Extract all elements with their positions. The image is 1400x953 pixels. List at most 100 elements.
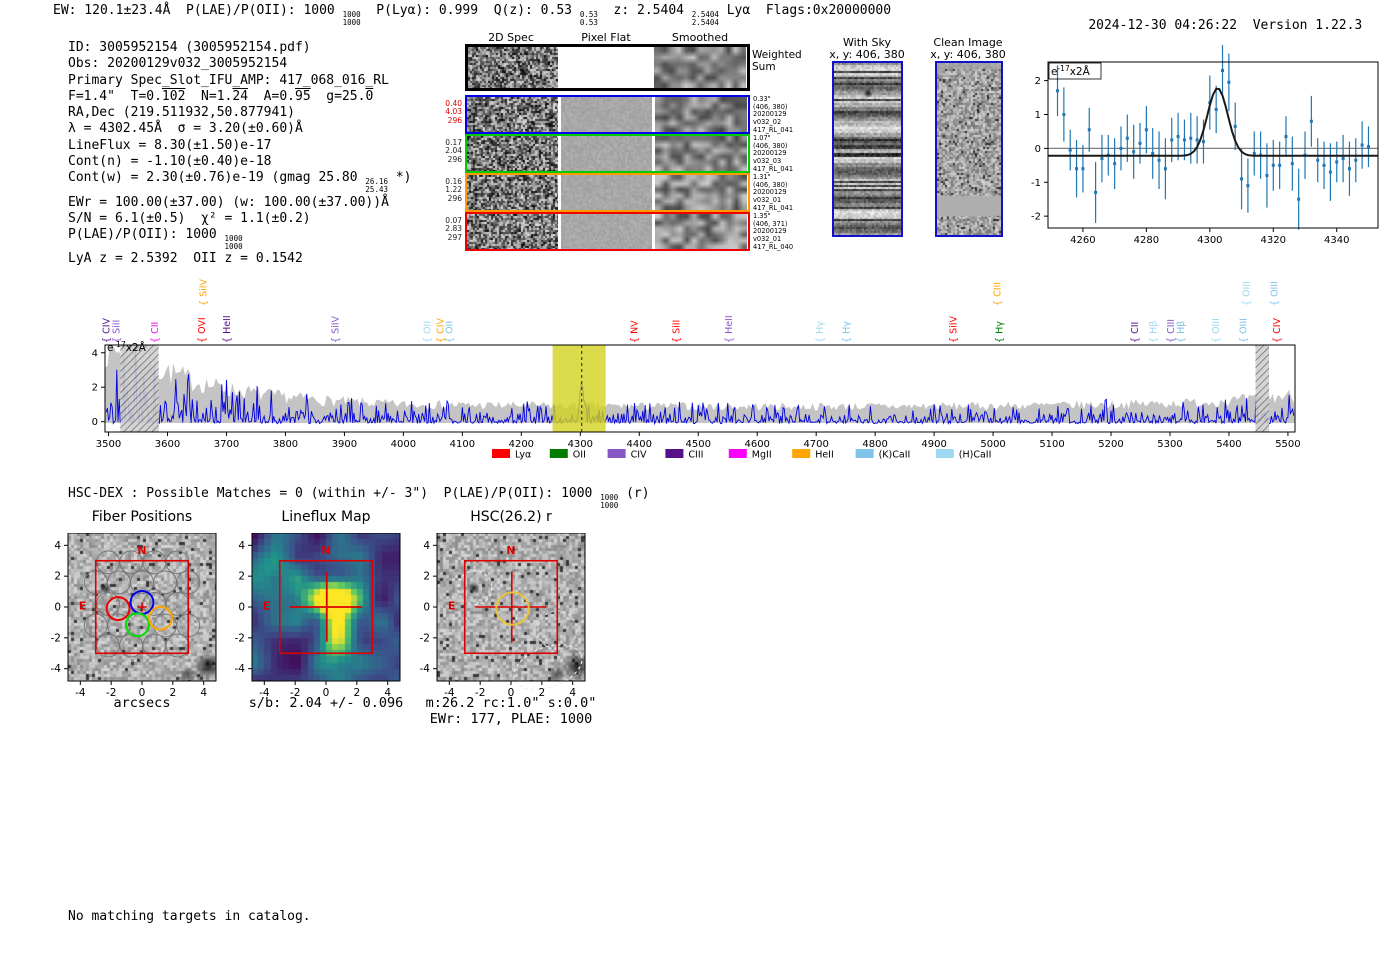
spec2d-col-header: Pixel Flat [581,31,631,44]
data-point [1227,80,1231,84]
x-tick-label: 5200 [1098,439,1123,450]
x-tick-label: 3600 [155,439,180,450]
data-point [1271,163,1275,167]
data-point [1100,157,1104,161]
y-tick-label: 2 [1035,76,1041,87]
stacked-fraction: 1000 1000 [224,234,243,252]
data-point [1075,167,1079,171]
compass-north-label: N [506,544,515,557]
data-point [1113,162,1117,166]
data-point [1125,136,1129,140]
spec2d-row-left-stats: 0.17 2.04 296 [445,138,462,164]
zoom-spectrum-plot: 4260 4280 4300 4320 4340 -2 -1 0 1 2 e-17x2Å [1031,45,1379,246]
cutout-caption: m:26.2 rc:1.0" s:0.0" [425,695,597,711]
data-point [1119,146,1123,150]
weighted-sum-label: Weighted Sum [752,49,802,73]
spec2d-row-left-stats: 0.07 2.83 297 [445,216,462,242]
data-point [1328,170,1332,174]
clean-image [935,61,1003,237]
legend-swatch [549,449,568,458]
masked-band [120,345,159,432]
x-tick-label: 4200 [509,439,534,450]
legend-swatch [665,449,684,458]
data-point [1132,150,1136,154]
data-point [1087,128,1091,132]
legend-label: (K)CaII [879,450,911,461]
y-tick-label: 0 [54,602,61,614]
info-line-9: EWr = 100.00(±37.00) (w: 100.00(±37.00))… [68,194,389,210]
data-point [1214,107,1218,111]
line-label-OII: { OII [444,321,455,343]
lineflux-map-plot: Lineflux Map -4 -2 0 2 4 -4 -2 0 2 4 N Es/b: 2.04 +/… [220,503,432,743]
data-point [1144,128,1148,132]
line-label-SiIV: { SiIV [949,315,960,343]
data-point [1240,177,1244,181]
data-point [1062,113,1066,117]
fiber-circle [165,550,190,575]
x-tick-label: 4320 [1261,235,1286,246]
data-point [1341,157,1345,161]
cutout-title: HSC(26.2) r [470,509,552,525]
x-tick-label: 4000 [391,439,416,450]
line-label-SiIV: { SiIV [198,278,209,306]
cutout-caption: s/b: 2.04 +/- 0.096 [248,695,404,711]
data-point [1290,162,1294,166]
y-tick-label: 4 [54,540,61,552]
withsky-coords: x, y: 406, 380 [829,48,905,61]
legend-label: CIV [631,450,647,461]
data-point [1316,158,1320,162]
data-point [1182,138,1186,142]
y-tick-label: 0 [423,602,430,614]
compass-north-label: N [321,544,330,557]
fiber-circle [153,613,178,638]
legend-label: Lyα [515,450,531,461]
spec2d-row-annotation: 0.33" (406, 380) 20200129 v032_02 417_RL_041 [753,95,794,134]
spec2d-row [465,173,750,212]
line-label-OIII: { OIII [1242,281,1253,306]
line-label-OIII: { OIII [1269,281,1280,306]
line-label-SiIV: { SiIV [331,315,342,343]
x-tick-label: 4500 [686,439,711,450]
y-tick-label: 1 [1035,110,1041,121]
y-tick-label: 0 [92,417,98,428]
footer-notes: No matching targets in catalog. Row inte… [68,876,311,953]
clean-title: Clean Image x, y: 406, 380 [913,37,1023,61]
data-point [1170,138,1174,142]
fiber-circle [153,570,178,595]
fiber-circle [106,570,131,595]
x-tick-label: 4800 [862,439,887,450]
info-line-11: P(LAE)/P(OII): 1000 1000 1000 [68,227,243,252]
data-point [1157,158,1161,162]
compass-north-label: N [137,544,146,557]
withsky-title: With Sky x, y: 406, 380 [812,37,922,61]
selected-fiber-circle [124,612,150,638]
data-point [1335,160,1339,164]
info-line-4: RA,Dec (219.511932,50.877941) [68,105,295,121]
x-tick-label: 4600 [744,439,769,450]
fiber-circle [96,550,120,575]
data-point [1056,89,1060,93]
data-point [1068,148,1072,152]
x-tick-label: 4300 [1197,235,1222,246]
line-label-OII: { OII [423,321,434,343]
fiber-positions-plot: Fiber Positions -4 -2 0 2 4 -4 -2 0 2 4 N Earcsecs [36,503,248,743]
legend-label: (H)CaII [959,450,992,461]
y-tick-label: -1 [1031,178,1041,189]
masked-band [1255,345,1270,432]
line-label-CII: { CII [150,322,161,343]
y-tick-label: -4 [235,663,246,675]
data-point [1081,167,1085,171]
compass-east-label: E [448,599,456,612]
data-point [1221,68,1225,72]
data-point [1354,158,1358,162]
hsc-cutout-plot: HSC(26.2) r -4 -2 0 2 4 -4 -2 0 2 4 N Em:26.2 rc:1.0… [405,503,617,743]
spec2d-row [465,95,750,134]
x-tick-label: 5300 [1157,439,1182,450]
x-tick-label: 4400 [627,439,652,450]
x-tick-label: 3500 [96,439,121,450]
info-line-1: Obs: 20200129v032_3005952154 [68,56,288,72]
cutout-caption: arcsecs [113,695,171,711]
x-tick-label: 4280 [1134,235,1159,246]
line-label-Hβ: { Hβ [1148,321,1159,343]
data-point [1309,119,1313,123]
